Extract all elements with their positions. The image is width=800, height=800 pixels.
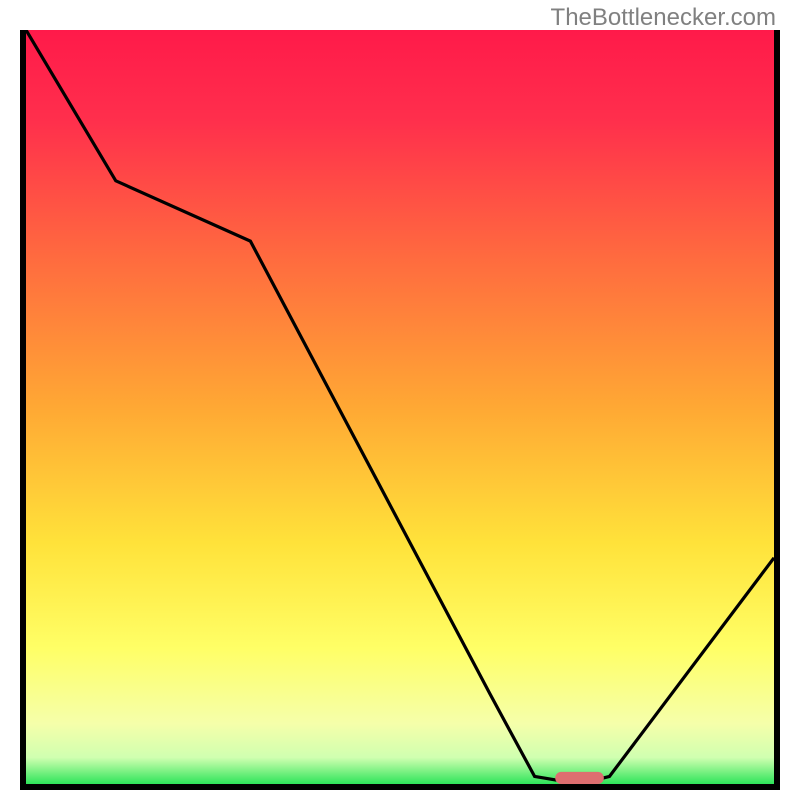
chart-svg	[26, 30, 774, 784]
gradient-background	[26, 30, 774, 784]
watermark-text: TheBottlenecker.com	[551, 4, 776, 32]
chart-frame	[20, 30, 780, 790]
optimal-marker	[555, 772, 604, 784]
